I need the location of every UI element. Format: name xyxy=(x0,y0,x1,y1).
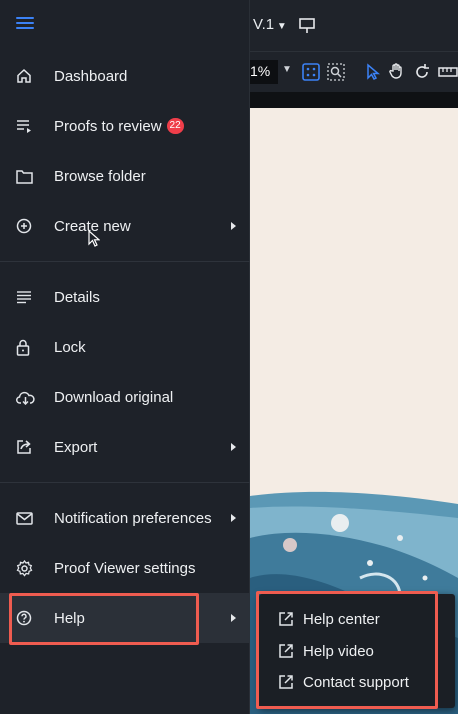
review-count-badge: 22 xyxy=(166,118,184,134)
menu-divider xyxy=(0,482,250,483)
menu-item-label: Proofs to review xyxy=(54,117,162,135)
cloud-download-icon xyxy=(0,390,54,405)
chevron-right-icon xyxy=(231,514,236,522)
menu-item-label: Details xyxy=(54,288,100,306)
menu-item-label: Notification preferences xyxy=(54,509,212,527)
menu-item-label: Dashboard xyxy=(54,67,128,85)
menu-item-browse-folder[interactable]: Browse folder xyxy=(0,151,250,201)
help-highlight-box xyxy=(9,593,199,645)
menu-item-proof-viewer-settings[interactable]: Proof Viewer settings xyxy=(0,543,250,593)
zoom-value: 1% xyxy=(250,63,271,79)
plus-circle-icon xyxy=(0,218,54,234)
menu-item-label: Export xyxy=(54,438,98,456)
menu-item-export[interactable]: Export xyxy=(0,422,250,472)
mail-icon xyxy=(0,511,54,525)
rotate-icon[interactable] xyxy=(413,63,431,85)
menu-item-dashboard[interactable]: Dashboard xyxy=(0,51,250,101)
submenu-highlight-box xyxy=(256,591,438,709)
chevron-right-icon xyxy=(231,222,236,230)
canvas-header-strip xyxy=(250,92,458,108)
menu-item-download-original[interactable]: Download original xyxy=(0,372,250,422)
lock-icon xyxy=(0,339,54,356)
zoom-area-icon[interactable] xyxy=(327,63,345,85)
menu-item-proofs-to-review[interactable]: Proofs to review 22 xyxy=(0,101,250,151)
version-dropdown[interactable]: V.1 ▼ xyxy=(253,16,287,33)
chevron-down-icon: ▼ xyxy=(274,21,287,32)
fit-page-icon[interactable] xyxy=(302,63,320,85)
list-icon xyxy=(0,118,54,134)
chevron-right-icon xyxy=(231,614,236,622)
mouse-pointer-icon xyxy=(88,229,101,253)
ruler-icon[interactable] xyxy=(438,63,458,85)
menu-item-label: Download original xyxy=(54,388,174,406)
menu-divider xyxy=(0,261,250,262)
details-lines-icon xyxy=(0,290,54,304)
version-label: V.1 xyxy=(253,16,275,33)
select-pointer-icon[interactable] xyxy=(365,63,381,85)
chevron-right-icon xyxy=(231,443,236,451)
folder-icon xyxy=(0,169,54,184)
export-icon xyxy=(0,439,54,455)
home-icon xyxy=(0,68,54,84)
menu-item-label: Proof Viewer settings xyxy=(54,559,196,577)
zoom-input[interactable]: 1% xyxy=(250,60,278,84)
menu-item-create-new[interactable]: Create new xyxy=(0,201,250,251)
gear-icon xyxy=(0,559,54,577)
menu-item-details[interactable]: Details xyxy=(0,272,250,322)
pan-hand-icon[interactable] xyxy=(388,62,406,84)
hamburger-menu-icon[interactable] xyxy=(16,17,34,31)
menu-item-label: Lock xyxy=(54,338,86,356)
presentation-icon[interactable] xyxy=(298,17,316,39)
menu-item-label: Browse folder xyxy=(54,167,146,185)
menu-item-lock[interactable]: Lock xyxy=(0,322,250,372)
zoom-dropdown-icon[interactable]: ▼ xyxy=(282,64,292,75)
menu-item-notification-preferences[interactable]: Notification preferences xyxy=(0,493,250,543)
